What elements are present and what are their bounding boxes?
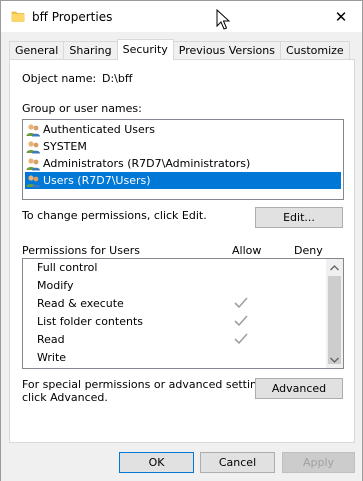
tab-general[interactable]: General (9, 41, 65, 60)
tab-strip: General Sharing Security Previous Versio… (9, 39, 350, 60)
permissions-scrollbar[interactable] (326, 259, 343, 368)
object-name-label: Object name: (22, 72, 97, 85)
apply-button[interactable]: Apply (282, 452, 355, 473)
security-panel: Object name: D:\bff Group or user names:… (9, 59, 355, 443)
users-group-icon (26, 123, 40, 136)
permission-name: Read (37, 333, 65, 346)
list-item-users[interactable]: Users (R7D7\Users) (25, 172, 341, 189)
window-title: bff Properties (32, 10, 113, 24)
users-group-icon (26, 140, 40, 153)
object-name-value: D:\bff (102, 72, 133, 85)
deny-header: Deny (294, 244, 323, 257)
title-bar[interactable]: bff Properties ✕ (1, 1, 362, 32)
change-permissions-text: To change permissions, click Edit. (22, 209, 207, 222)
permission-name: Write (37, 351, 67, 364)
permissions-label: Permissions for Users (22, 244, 140, 257)
cancel-button[interactable]: Cancel (200, 452, 275, 473)
group-name: Administrators (R7D7\Administrators) (43, 157, 251, 170)
allow-check-icon (234, 333, 248, 345)
group-name: SYSTEM (43, 140, 87, 153)
permission-row-read-execute: Read & execute (24, 295, 327, 313)
tab-previous-versions[interactable]: Previous Versions (172, 41, 281, 60)
dialog-footer: OK Cancel Apply (1, 443, 362, 481)
tab-sharing[interactable]: Sharing (63, 41, 118, 60)
permission-row-list-folder-contents: List folder contents (24, 313, 327, 331)
allow-check-icon (234, 315, 248, 327)
group-name: Users (R7D7\Users) (43, 174, 151, 187)
permission-name: Modify (37, 279, 74, 292)
mouse-cursor-icon (216, 9, 230, 30)
group-name: Authenticated Users (43, 123, 156, 136)
groups-label: Group or user names: (22, 102, 142, 115)
list-item-system[interactable]: SYSTEM (25, 138, 341, 155)
permission-name: Read & execute (37, 297, 124, 310)
permission-name: Full control (37, 261, 98, 274)
scroll-down-arrow-icon[interactable] (326, 351, 343, 368)
permission-row-modify: Modify (24, 277, 327, 295)
advanced-text-line2: click Advanced. (22, 391, 108, 404)
allow-header: Allow (232, 244, 262, 257)
allow-check-icon (234, 297, 248, 309)
folder-icon (11, 11, 25, 22)
permission-name: List folder contents (37, 315, 143, 328)
list-item-administrators[interactable]: Administrators (R7D7\Administrators) (25, 155, 341, 172)
permission-row-write: Write (24, 349, 327, 367)
properties-window: bff Properties ✕ General Sharing Securit… (0, 0, 363, 481)
permissions-list[interactable]: Full control Modify Read & execute List … (22, 258, 344, 369)
users-group-icon (26, 157, 40, 170)
permission-row-read: Read (24, 331, 327, 349)
scroll-up-arrow-icon[interactable] (326, 259, 343, 276)
list-item-authenticated-users[interactable]: Authenticated Users (25, 121, 341, 138)
tab-customize[interactable]: Customize (279, 41, 350, 60)
users-group-icon (26, 174, 40, 187)
edit-button[interactable]: Edit... (255, 207, 343, 228)
advanced-button[interactable]: Advanced (255, 378, 343, 399)
permission-row-full-control: Full control (24, 259, 327, 277)
group-list[interactable]: Authenticated Users SYSTEM Administrator… (22, 119, 344, 200)
ok-button[interactable]: OK (119, 452, 194, 473)
advanced-text-line1: For special permissions or advanced sett… (22, 378, 274, 391)
tab-security[interactable]: Security (116, 39, 174, 60)
close-button[interactable]: ✕ (323, 4, 359, 30)
